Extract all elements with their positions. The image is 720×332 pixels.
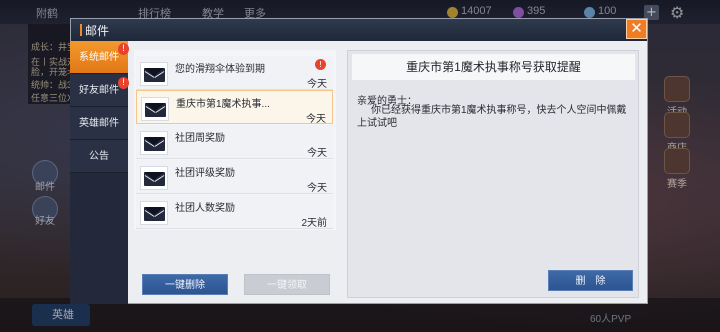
tab-friend-badge: ! [118,77,129,89]
envelope-icon [140,62,168,86]
mail-detail-panel [347,50,639,298]
mail-title: 重庆市第1魔术执事... [176,99,270,110]
delete-all-button[interactable]: 一键删除 [142,274,228,295]
mail-title: 社团评级奖励 [175,168,235,179]
title-accent [80,24,82,36]
tab-system-badge: ! [118,43,129,55]
envelope-icon [140,131,168,155]
close-button[interactable]: ✕ [626,19,647,39]
mail-date: 今天 [307,148,327,159]
mail-item[interactable]: 社团人数奖励 2天前 [136,195,333,229]
envelope-icon [140,201,168,225]
tab-announcement[interactable]: 公告 [70,140,128,173]
tab-label: 系统邮件 [79,52,119,63]
tab-label: 公告 [89,151,109,162]
tab-hero-mail[interactable]: 英雄邮件 [70,107,128,140]
mail-item[interactable]: 社团周奖励 今天 [136,125,333,159]
mail-date: 2天前 [301,218,327,229]
dialog-title: 邮件 [85,24,110,38]
envelope-icon [141,97,169,121]
mail-item-selected[interactable]: 重庆市第1魔术执事... 今天 [136,90,333,125]
delete-button[interactable]: 删 除 [548,270,633,291]
mail-body: 你已经获得重庆市第1魔术执事称号，快去个人空间中佩戴上试试吧 [357,105,627,129]
envelope-icon [140,166,168,190]
mail-title: 社团人数奖励 [175,203,235,214]
mail-item[interactable]: 社团评级奖励 今天 [136,160,333,194]
mail-date: 今天 [306,114,326,125]
mail-detail-title: 重庆市第1魔术执事称号获取提醒 [352,54,635,80]
mail-date: 今天 [307,79,327,90]
mail-item[interactable]: 您的滑翔伞体验到期 ! 今天 [136,56,333,90]
mail-date: 今天 [307,183,327,194]
tab-label: 英雄邮件 [79,118,119,129]
unread-badge: ! [315,59,326,70]
mail-title: 您的滑翔伞体验到期 [175,64,265,75]
mail-title: 社团周奖励 [175,133,225,144]
tab-label: 好友邮件 [79,85,119,96]
dialog-header: 邮件 [71,19,647,41]
claim-all-button[interactable]: 一键领取 [244,274,330,295]
